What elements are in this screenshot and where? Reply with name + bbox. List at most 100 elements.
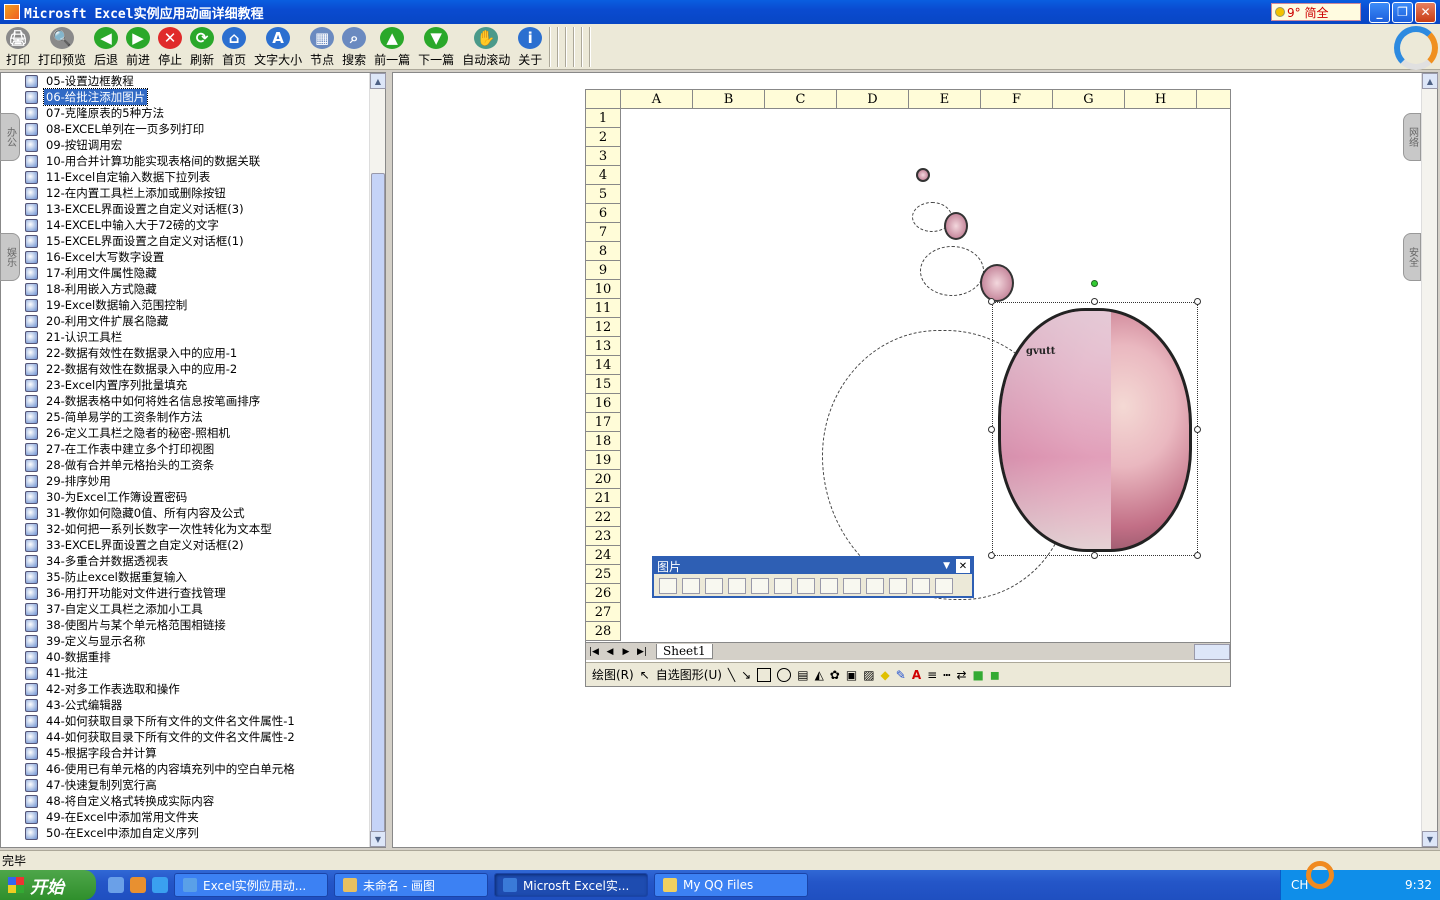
first-sheet-icon[interactable]: |◀ (586, 647, 602, 657)
tree-item[interactable]: 49-在Excel中添加常用文件夹 (25, 809, 369, 825)
tree-item[interactable]: 14-EXCEL中输入大于72磅的文字 (25, 217, 369, 233)
taskbar-button[interactable]: Excel实例应用动... (174, 873, 328, 897)
tree-item[interactable]: 39-定义与显示名称 (25, 633, 369, 649)
tree-item[interactable]: 19-Excel数据输入范围控制 (25, 297, 369, 313)
tree-item[interactable]: 13-EXCEL界面设置之自定义对话框(3) (25, 201, 369, 217)
about-button[interactable]: i 关于 (514, 24, 546, 68)
arrow-style-icon[interactable]: ⇄ (956, 668, 966, 682)
close-button[interactable]: ✕ (1415, 1, 1436, 23)
tree-item[interactable]: 18-利用嵌入方式隐藏 (25, 281, 369, 297)
row-header[interactable]: 11 (586, 299, 620, 318)
tree-item[interactable]: 25-简单易学的工资条制作方法 (25, 409, 369, 425)
last-sheet-icon[interactable]: ▶| (634, 647, 650, 657)
tree-item[interactable]: 43-公式编辑器 (25, 697, 369, 713)
column-header[interactable]: G (1053, 90, 1125, 109)
row-header[interactable]: 21 (586, 489, 620, 508)
tree-item[interactable]: 07-克隆原表的5种方法 (25, 105, 369, 121)
resize-handle[interactable] (1194, 552, 1201, 559)
tree-item[interactable]: 30-为Excel工作簿设置密码 (25, 489, 369, 505)
tree-item[interactable]: 15-EXCEL界面设置之自定义对话框(1) (25, 233, 369, 249)
row-header[interactable]: 15 (586, 375, 620, 394)
taskbar-button[interactable]: Microsft Excel实... (494, 873, 648, 897)
row-header[interactable]: 18 (586, 432, 620, 451)
fill-color-icon[interactable]: ◆ (881, 668, 890, 682)
dash-style-icon[interactable]: ┅ (943, 668, 950, 682)
column-header[interactable]: B (693, 90, 765, 109)
resize-handle[interactable] (988, 426, 995, 433)
tree-item[interactable]: 37-自定义工具栏之添加小工具 (25, 601, 369, 617)
row-header[interactable]: 7 (586, 223, 620, 242)
select-arrow-icon[interactable]: ↖ (640, 668, 650, 682)
tree-item[interactable]: 09-按钮调用宏 (25, 137, 369, 153)
picture-icon[interactable]: ▨ (863, 668, 874, 682)
column-header[interactable]: A (621, 90, 693, 109)
scroll-thumb[interactable] (371, 173, 385, 833)
tree-item[interactable]: 24-数据表格中如何将姓名信息按笔画排序 (25, 393, 369, 409)
refresh-button[interactable]: ⟳ 刷新 (186, 24, 218, 68)
next-article-button[interactable]: ▼ 下一篇 (414, 24, 458, 68)
prev-sheet-icon[interactable]: ◀ (602, 647, 618, 657)
tree-item[interactable]: 16-Excel大写数字设置 (25, 249, 369, 265)
row-header[interactable]: 22 (586, 508, 620, 527)
shadow-icon[interactable]: ■ (973, 668, 984, 682)
row-header[interactable]: 25 (586, 565, 620, 584)
font-size-button[interactable]: A 文字大小 (250, 24, 306, 68)
start-button[interactable]: 开始 (0, 870, 96, 900)
auto-scroll-button[interactable]: ✋ 自动滚动 (458, 24, 514, 68)
tree-item[interactable]: 44-如何获取目录下所有文件的文件名文件属性-1 (25, 713, 369, 729)
compress-icon[interactable] (866, 578, 884, 594)
tree-item[interactable]: 12-在内置工具栏上添加或删除按钮 (25, 185, 369, 201)
printer-button[interactable]: 🖨 打印 (2, 24, 34, 68)
tree-item[interactable]: 21-认识工具栏 (25, 329, 369, 345)
forward-button[interactable]: ▶ 前进 (122, 24, 154, 68)
resize-handle[interactable] (1091, 552, 1098, 559)
qq-input-badge[interactable]: 9° 简全 (1271, 3, 1361, 21)
reset-picture-icon[interactable] (935, 578, 953, 594)
toolbar-options-icon[interactable]: ▼ (943, 561, 950, 571)
format-picture-icon[interactable] (889, 578, 907, 594)
row-header[interactable]: 6 (586, 204, 620, 223)
tree-item[interactable]: 29-排序妙用 (25, 473, 369, 489)
tree-item[interactable]: 26-定义工具栏之隐者的秘密-照相机 (25, 425, 369, 441)
row-header[interactable]: 5 (586, 185, 620, 204)
tree-item[interactable]: 35-防止excel数据重复输入 (25, 569, 369, 585)
tree-item[interactable]: 06-给批注添加图片 (25, 88, 369, 106)
tree-item[interactable]: 05-设置边框教程 (25, 73, 369, 89)
stop-button[interactable]: ✕ 停止 (154, 24, 186, 68)
tree-item[interactable]: 47-快速复制列宽行高 (25, 777, 369, 793)
prev-article-button[interactable]: ▲ 前一篇 (370, 24, 414, 68)
row-header[interactable]: 19 (586, 451, 620, 470)
close-icon[interactable]: ✕ (956, 559, 970, 573)
scroll-down-icon[interactable]: ▼ (1422, 831, 1438, 847)
tree-item[interactable]: 23-Excel内置序列批量填充 (25, 377, 369, 393)
media-player-icon[interactable] (130, 877, 146, 893)
less-contrast-icon[interactable] (728, 578, 746, 594)
print-preview-button[interactable]: 🔍 打印预览 (34, 24, 90, 68)
comment-photo[interactable] (998, 308, 1192, 552)
3d-icon[interactable]: ◼ (990, 668, 1000, 682)
color-icon[interactable] (682, 578, 700, 594)
row-header[interactable]: 27 (586, 603, 620, 622)
row-header[interactable]: 14 (586, 356, 620, 375)
restore-button[interactable]: ❐ (1392, 1, 1413, 23)
line-style-icon[interactable]: ≡ (927, 668, 937, 682)
row-header[interactable]: 9 (586, 261, 620, 280)
tree-item[interactable]: 17-利用文件属性隐藏 (25, 265, 369, 281)
column-header[interactable]: C (765, 90, 837, 109)
tree-item[interactable]: 42-对多工作表选取和操作 (25, 681, 369, 697)
tree-item[interactable]: 28-做有合并单元格抬头的工资条 (25, 457, 369, 473)
back-button[interactable]: ◀ 后退 (90, 24, 122, 68)
side-tab-entertainment[interactable]: 娱乐 (0, 233, 20, 281)
textbox-icon[interactable]: ▤ (797, 668, 808, 682)
tree-item[interactable]: 36-用打开功能对文件进行查找管理 (25, 585, 369, 601)
row-header[interactable]: 8 (586, 242, 620, 261)
column-header[interactable]: H (1125, 90, 1197, 109)
sheet-tab-sheet1[interactable]: Sheet1 (656, 644, 713, 659)
side-tab-network[interactable]: 网络 (1403, 113, 1421, 161)
scroll-up-icon[interactable]: ▲ (1422, 73, 1438, 89)
minimize-button[interactable]: _ (1369, 1, 1390, 23)
line-color-icon[interactable]: ✎ (896, 668, 906, 682)
tree-item[interactable]: 32-如何把一系列长数字一次性转化为文本型 (25, 521, 369, 537)
clipart-icon[interactable]: ▣ (846, 668, 857, 682)
tree-item[interactable]: 50-在Excel中添加自定义序列 (25, 825, 369, 841)
